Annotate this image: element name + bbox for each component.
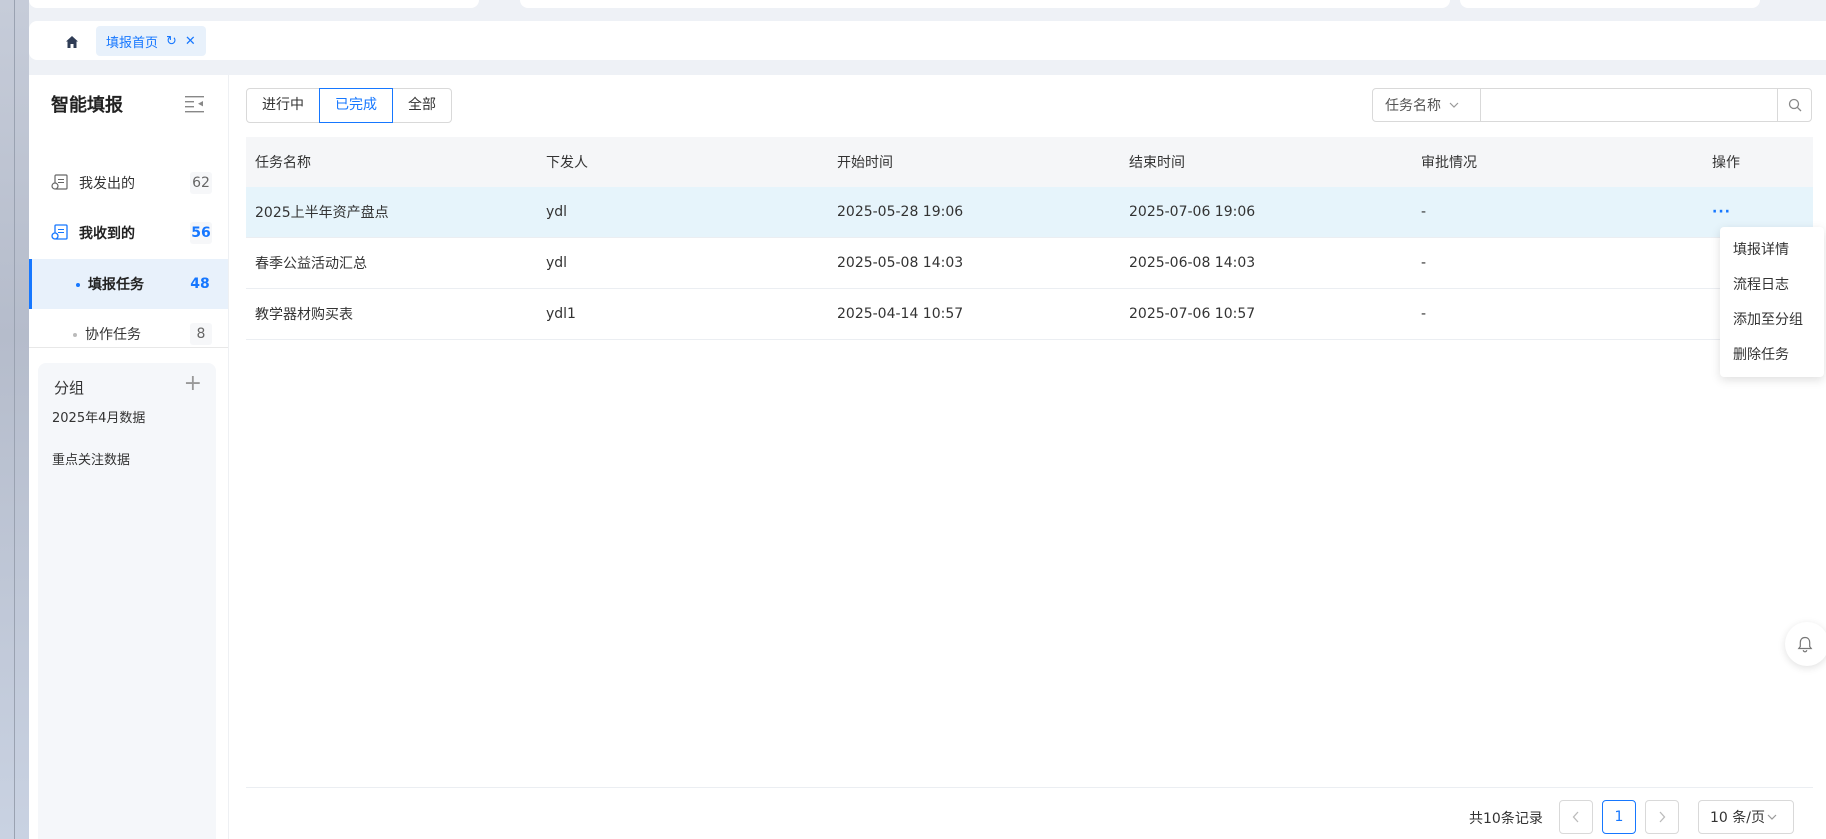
count-badge: 62 xyxy=(190,172,212,194)
groups-title: 分组 xyxy=(54,379,85,397)
page-size-select[interactable]: 10 条/页 xyxy=(1698,800,1794,834)
menu-item-fill-details[interactable]: 填报详情 xyxy=(1733,239,1789,259)
sidebar-divider xyxy=(29,347,228,348)
bell-icon xyxy=(1797,636,1813,652)
issuer-cell: ydl1 xyxy=(546,306,576,322)
status-segmented-control: 进行中 已完成 全部 xyxy=(246,88,452,123)
document-send-icon xyxy=(51,174,68,190)
bullet-dot xyxy=(76,283,80,287)
tab-label: 填报首页 xyxy=(106,35,159,51)
top-bar-segment xyxy=(1460,0,1760,8)
bullet-dot xyxy=(73,333,77,337)
segment-completed[interactable]: 已完成 xyxy=(319,88,393,123)
count-badge: 8 xyxy=(190,323,212,345)
end-time-cell: 2025-07-06 19:06 xyxy=(1129,204,1256,220)
menu-item-process-log[interactable]: 流程日志 xyxy=(1733,274,1789,294)
table-row[interactable]: 2025上半年资产盘点 ydl 2025-05-28 19:06 2025-07… xyxy=(246,187,1813,238)
sidebar-item-sent[interactable]: 我发出的 62 xyxy=(29,158,228,208)
segment-in-progress[interactable]: 进行中 xyxy=(246,88,320,123)
sidebar: 智能填报 我发出的 62 我收到的 56 填报任务 48 协作任务 8 分组 +… xyxy=(29,75,228,839)
sidebar-title: 智能填报 xyxy=(51,95,123,116)
approval-cell: - xyxy=(1421,204,1427,220)
issuer-cell: ydl xyxy=(546,204,568,220)
column-header: 结束时间 xyxy=(1129,155,1185,171)
close-icon[interactable]: ✕ xyxy=(185,35,196,48)
table-row[interactable]: 春季公益活动汇总 ydl 2025-05-08 14:03 2025-06-08… xyxy=(246,238,1813,289)
approval-cell: - xyxy=(1421,306,1427,322)
tab-bar: 填报首页 ↻ ✕ xyxy=(29,21,1826,60)
chevron-down-icon xyxy=(1767,814,1777,820)
top-bar-segment xyxy=(520,0,1450,8)
tab-fill-home[interactable]: 填报首页 ↻ ✕ xyxy=(96,26,206,56)
column-header: 操作 xyxy=(1712,155,1740,171)
task-name-cell: 2025上半年资产盘点 xyxy=(255,205,389,221)
search-bar: 任务名称 xyxy=(1372,88,1812,122)
more-actions-icon[interactable]: ··· xyxy=(1703,204,1813,220)
main-panel: 进行中 已完成 全部 任务名称 任务名称 下发人 开始时间 结束时间 审批情况 … xyxy=(228,75,1826,839)
prev-page-button[interactable] xyxy=(1559,800,1593,834)
end-time-cell: 2025-07-06 10:57 xyxy=(1129,306,1256,322)
left-edge-strip xyxy=(0,0,29,839)
plus-icon[interactable]: + xyxy=(184,373,202,395)
table-row[interactable]: 教学器材购买表 ydl1 2025-04-14 10:57 2025-07-06… xyxy=(246,289,1813,340)
column-header: 开始时间 xyxy=(837,155,893,171)
groups-panel: 分组 + 2025年4月数据 重点关注数据 xyxy=(38,363,216,839)
group-item[interactable]: 2025年4月数据 xyxy=(52,407,145,426)
task-name-cell: 春季公益活动汇总 xyxy=(255,256,367,272)
count-badge: 56 xyxy=(190,222,212,244)
start-time-cell: 2025-04-14 10:57 xyxy=(837,306,964,322)
task-name-cell: 教学器材购买表 xyxy=(255,307,353,323)
sidebar-item-label: 我发出的 xyxy=(79,176,135,192)
chevron-left-icon xyxy=(1572,811,1579,823)
search-button[interactable] xyxy=(1777,89,1811,121)
total-records: 共10条记录 xyxy=(1469,811,1543,827)
column-header: 任务名称 xyxy=(255,155,311,171)
sidebar-item-fill-tasks[interactable]: 填报任务 48 xyxy=(29,259,228,309)
next-page-button[interactable] xyxy=(1645,800,1679,834)
sidebar-item-label: 协作任务 xyxy=(85,327,141,343)
menu-item-add-to-group[interactable]: 添加至分组 xyxy=(1733,309,1803,329)
sidebar-item-label: 填报任务 xyxy=(88,277,144,293)
task-table: 任务名称 下发人 开始时间 结束时间 审批情况 操作 2025上半年资产盘点 y… xyxy=(246,137,1813,340)
start-time-cell: 2025-05-08 14:03 xyxy=(837,255,964,271)
start-time-cell: 2025-05-28 19:06 xyxy=(837,204,964,220)
home-icon[interactable] xyxy=(65,35,79,49)
sidebar-item-collab-tasks[interactable]: 协作任务 8 xyxy=(29,309,228,359)
count-badge: 48 xyxy=(190,276,210,292)
approval-cell: - xyxy=(1421,255,1427,271)
sidebar-item-received[interactable]: 我收到的 56 xyxy=(29,208,228,258)
table-header: 任务名称 下发人 开始时间 结束时间 审批情况 操作 xyxy=(246,137,1813,187)
action-menu: 填报详情 流程日志 添加至分组 删除任务 xyxy=(1720,227,1824,377)
sidebar-item-label: 我收到的 xyxy=(79,226,135,242)
edge-divider xyxy=(14,0,15,839)
notification-button[interactable] xyxy=(1785,622,1826,666)
refresh-icon[interactable]: ↻ xyxy=(166,35,177,48)
search-input[interactable] xyxy=(1481,89,1777,121)
end-time-cell: 2025-06-08 14:03 xyxy=(1129,255,1256,271)
page-size-label: 10 条/页 xyxy=(1710,810,1765,826)
top-bar-segment xyxy=(29,0,479,8)
chevron-down-icon xyxy=(1449,102,1459,108)
search-icon xyxy=(1788,98,1801,112)
page-button-current[interactable]: 1 xyxy=(1602,800,1636,834)
chevron-right-icon xyxy=(1659,811,1666,823)
search-field-label: 任务名称 xyxy=(1385,98,1441,114)
group-item[interactable]: 重点关注数据 xyxy=(52,449,130,468)
column-header: 下发人 xyxy=(546,155,588,171)
pagination-divider xyxy=(246,787,1813,788)
segment-all[interactable]: 全部 xyxy=(392,88,452,123)
issuer-cell: ydl xyxy=(546,255,568,271)
menu-item-delete-task[interactable]: 删除任务 xyxy=(1733,344,1789,364)
menu-collapse-icon[interactable] xyxy=(185,95,205,113)
document-receive-icon xyxy=(51,224,68,240)
search-field-select[interactable]: 任务名称 xyxy=(1373,89,1481,121)
column-header: 审批情况 xyxy=(1421,155,1477,171)
